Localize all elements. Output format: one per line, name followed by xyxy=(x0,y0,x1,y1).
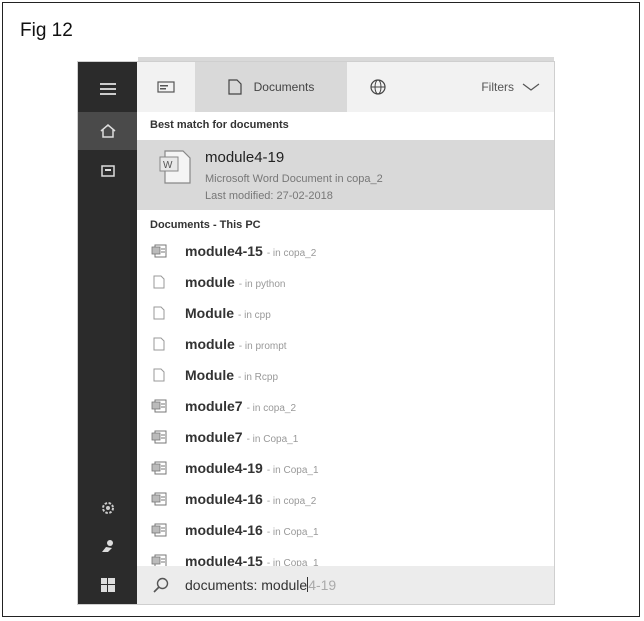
chevron-down-icon xyxy=(522,83,540,91)
file-name: module4-16 xyxy=(185,522,263,538)
file-icon xyxy=(153,368,165,382)
list-item-name: module4-15- in copa_2 xyxy=(185,243,316,259)
file-name: Module xyxy=(185,367,234,383)
file-name: module4-15 xyxy=(185,243,263,259)
file-location: - in Rcpp xyxy=(238,372,279,383)
list-item-name: module4-16- in Copa_1 xyxy=(185,522,319,538)
file-location: - in copa_2 xyxy=(266,496,317,507)
hamburger-icon[interactable] xyxy=(78,70,137,108)
filters-button[interactable]: Filters xyxy=(481,62,540,112)
file-icon xyxy=(153,275,165,289)
list-item-name: module - in python xyxy=(185,274,285,290)
file-name: module4-19 xyxy=(185,460,263,476)
list-item-name: Module - in cpp xyxy=(185,305,271,321)
document-icon xyxy=(228,79,242,95)
list-item-name: module7- in copa_2 xyxy=(185,398,296,414)
file-name: module4-16 xyxy=(185,491,263,507)
file-location: - in prompt xyxy=(238,341,287,352)
file-location: - in cpp xyxy=(238,310,271,321)
file-location: - in python xyxy=(238,279,286,290)
list-item-name: module4-19- in Copa_1 xyxy=(185,460,319,476)
list-item[interactable]: module4-16- in Copa_1 xyxy=(137,515,554,545)
feedback-icon[interactable] xyxy=(78,527,137,565)
search-panel: Documents Filters Best match for documen… xyxy=(78,62,554,604)
notebook-icon[interactable] xyxy=(78,152,137,190)
list-item[interactable]: Module - in cpp xyxy=(137,298,554,328)
word-doc-icon xyxy=(151,523,167,537)
file-location: - in copa_2 xyxy=(266,248,317,259)
list-item-name: module7- in Copa_1 xyxy=(185,429,298,445)
search-suggestion: 4-19 xyxy=(308,577,337,593)
search-typed-text: documents: module xyxy=(185,577,308,593)
file-name: module7 xyxy=(185,429,243,445)
list-item-name: Module - in Rcpp xyxy=(185,367,278,383)
best-match-subtitle: Microsoft Word Document in copa_2 xyxy=(205,173,383,185)
home-icon[interactable] xyxy=(78,112,137,150)
file-location: - in Copa_1 xyxy=(266,527,319,538)
results-area: Documents Filters Best match for documen… xyxy=(137,62,554,604)
file-location: - in copa_2 xyxy=(246,403,297,414)
file-location: - in Copa_1 xyxy=(266,465,319,476)
best-match-result[interactable]: W module4-19 Microsoft Word Document in … xyxy=(137,140,554,210)
search-input[interactable]: documents: module4-19 xyxy=(185,577,336,593)
settings-icon[interactable] xyxy=(78,489,137,527)
tab-web[interactable] xyxy=(347,62,409,112)
word-document-icon: W xyxy=(159,150,191,184)
scope-tabs: Documents Filters xyxy=(137,62,554,112)
list-item[interactable]: module - in python xyxy=(137,267,554,297)
filters-label: Filters xyxy=(481,80,514,94)
best-match-modified: Last modified: 27-02-2018 xyxy=(205,190,333,202)
globe-icon xyxy=(370,79,386,95)
word-doc-icon xyxy=(151,430,167,444)
file-name: Module xyxy=(185,305,234,321)
list-item[interactable]: module4-15- in copa_2 xyxy=(137,236,554,266)
file-location: - in Copa_1 xyxy=(246,434,299,445)
word-doc-icon xyxy=(151,244,167,258)
list-item[interactable]: module - in prompt xyxy=(137,329,554,359)
list-item[interactable]: module4-19- in Copa_1 xyxy=(137,453,554,483)
windows-start-icon[interactable] xyxy=(78,566,137,604)
tab-documents-label: Documents xyxy=(253,80,315,94)
svg-text:W: W xyxy=(163,160,173,171)
list-item[interactable]: module4-16- in copa_2 xyxy=(137,484,554,514)
file-name: module xyxy=(185,274,235,290)
file-icon xyxy=(153,337,165,351)
tab-apps[interactable] xyxy=(137,62,195,112)
word-doc-icon xyxy=(151,399,167,413)
documents-heading: Documents - This PC xyxy=(150,219,261,231)
word-doc-icon xyxy=(151,492,167,506)
search-box[interactable]: documents: module4-19 xyxy=(137,566,554,604)
word-doc-icon xyxy=(151,461,167,475)
list-item-name: module - in prompt xyxy=(185,336,287,352)
list-item-name: module4-16- in copa_2 xyxy=(185,491,316,507)
tab-documents[interactable]: Documents xyxy=(195,62,347,112)
list-item[interactable]: module7- in Copa_1 xyxy=(137,422,554,452)
search-icon xyxy=(153,577,169,593)
file-name: module7 xyxy=(185,398,243,414)
best-match-heading: Best match for documents xyxy=(150,119,289,131)
best-match-title: module4-19 xyxy=(205,149,285,166)
figure-label: Fig 12 xyxy=(20,20,73,41)
file-icon xyxy=(153,306,165,320)
list-item[interactable]: Module - in Rcpp xyxy=(137,360,554,390)
window-icon xyxy=(157,81,175,93)
list-item[interactable]: module7- in copa_2 xyxy=(137,391,554,421)
file-name: module xyxy=(185,336,235,352)
left-rail xyxy=(78,62,137,604)
